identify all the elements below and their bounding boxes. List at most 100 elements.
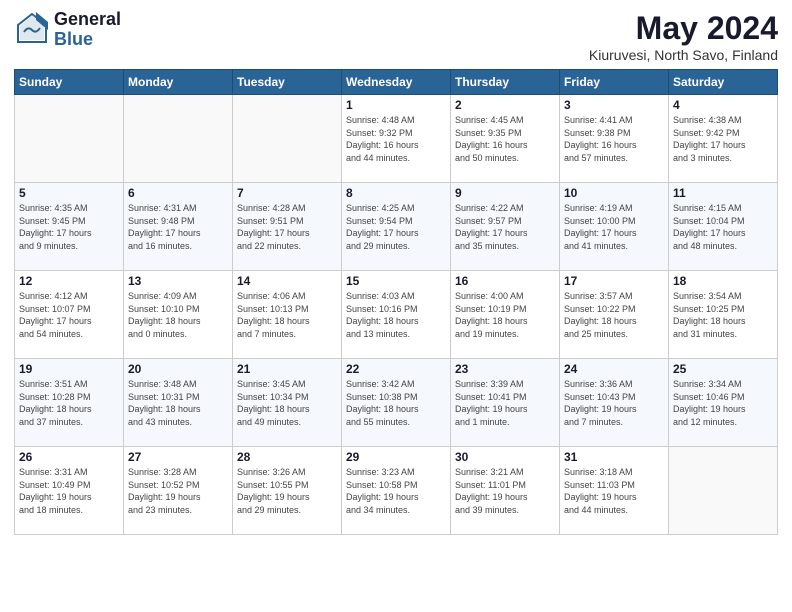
day-number: 9 xyxy=(455,186,555,200)
calendar-day: 7 Sunrise: 4:28 AM Sunset: 9:51 PM Daylig… xyxy=(233,183,342,271)
title-area: May 2024 Kiuruvesi, North Savo, Finland xyxy=(589,10,778,63)
day-number: 3 xyxy=(564,98,664,112)
day-number: 8 xyxy=(346,186,446,200)
day-number: 27 xyxy=(128,450,228,464)
calendar-day: 5Sunrise: 4:35 AM Sunset: 9:45 PM Daylig… xyxy=(15,183,124,271)
calendar-day: 6 Sunrise: 4:31 AM Sunset: 9:48 PM Daylig… xyxy=(124,183,233,271)
day-info: Sunrise: 4:41 AM Sunset: 9:38 PM Dayligh… xyxy=(564,114,664,164)
day-info: Sunrise: 3:57 AM Sunset: 10:22 PM Daylig… xyxy=(564,290,664,340)
calendar-day: 28Sunrise: 3:26 AM Sunset: 10:55 PM Dayl… xyxy=(233,447,342,535)
day-number: 4 xyxy=(673,98,773,112)
day-number: 23 xyxy=(455,362,555,376)
day-number: 25 xyxy=(673,362,773,376)
day-number: 22 xyxy=(346,362,446,376)
col-header-thursday: Thursday xyxy=(451,70,560,95)
day-info: Sunrise: 3:26 AM Sunset: 10:55 PM Daylig… xyxy=(237,466,337,516)
calendar-day: 10 Sunrise: 4:19 AM Sunset: 10:00 PM Dayl… xyxy=(560,183,669,271)
calendar-day: 15Sunrise: 4:03 AM Sunset: 10:16 PM Dayl… xyxy=(342,271,451,359)
subtitle: Kiuruvesi, North Savo, Finland xyxy=(589,47,778,63)
calendar-day: 24Sunrise: 3:36 AM Sunset: 10:43 PM Dayl… xyxy=(560,359,669,447)
calendar-header-row: SundayMondayTuesdayWednesdayThursdayFrid… xyxy=(15,70,778,95)
day-number: 6 xyxy=(128,186,228,200)
day-info: Sunrise: 3:21 AM Sunset: 11:01 PM Daylig… xyxy=(455,466,555,516)
day-info: Sunrise: 3:45 AM Sunset: 10:34 PM Daylig… xyxy=(237,378,337,428)
day-number: 20 xyxy=(128,362,228,376)
calendar-day: 30 Sunrise: 3:21 AM Sunset: 11:01 PM Dayl… xyxy=(451,447,560,535)
day-info: Sunrise: 3:23 AM Sunset: 10:58 PM Daylig… xyxy=(346,466,446,516)
day-info: Sunrise: 3:39 AM Sunset: 10:41 PM Daylig… xyxy=(455,378,555,428)
day-info: Sunrise: 4:45 AM Sunset: 9:35 PM Dayligh… xyxy=(455,114,555,164)
calendar-week-5: 26Sunrise: 3:31 AM Sunset: 10:49 PM Dayl… xyxy=(15,447,778,535)
day-info: Sunrise: 3:54 AM Sunset: 10:25 PM Daylig… xyxy=(673,290,773,340)
day-info: Sunrise: 4:22 AM Sunset: 9:57 PM Dayligh… xyxy=(455,202,555,252)
day-info: Sunrise: 4:12 AM Sunset: 10:07 PM Daylig… xyxy=(19,290,119,340)
day-number: 18 xyxy=(673,274,773,288)
calendar-week-4: 19 Sunrise: 3:51 AM Sunset: 10:28 PM Dayl… xyxy=(15,359,778,447)
day-number: 13 xyxy=(128,274,228,288)
day-number: 31 xyxy=(564,450,664,464)
calendar-day: 29 Sunrise: 3:23 AM Sunset: 10:58 PM Dayl… xyxy=(342,447,451,535)
main-title: May 2024 xyxy=(589,10,778,47)
day-number: 12 xyxy=(19,274,119,288)
calendar-day: 19 Sunrise: 3:51 AM Sunset: 10:28 PM Dayl… xyxy=(15,359,124,447)
day-info: Sunrise: 3:34 AM Sunset: 10:46 PM Daylig… xyxy=(673,378,773,428)
col-header-tuesday: Tuesday xyxy=(233,70,342,95)
calendar-day: 22 Sunrise: 3:42 AM Sunset: 10:38 PM Dayl… xyxy=(342,359,451,447)
logo-general: General xyxy=(54,10,121,30)
day-number: 17 xyxy=(564,274,664,288)
day-number: 26 xyxy=(19,450,119,464)
calendar-day: 2Sunrise: 4:45 AM Sunset: 9:35 PM Daylig… xyxy=(451,95,560,183)
logo-icon xyxy=(14,12,50,48)
day-info: Sunrise: 4:38 AM Sunset: 9:42 PM Dayligh… xyxy=(673,114,773,164)
day-info: Sunrise: 4:06 AM Sunset: 10:13 PM Daylig… xyxy=(237,290,337,340)
day-info: Sunrise: 3:42 AM Sunset: 10:38 PM Daylig… xyxy=(346,378,446,428)
calendar-day: 21 Sunrise: 3:45 AM Sunset: 10:34 PM Dayl… xyxy=(233,359,342,447)
day-number: 16 xyxy=(455,274,555,288)
day-number: 21 xyxy=(237,362,337,376)
day-info: Sunrise: 4:35 AM Sunset: 9:45 PM Dayligh… xyxy=(19,202,119,252)
day-info: Sunrise: 4:28 AM Sunset: 9:51 PM Dayligh… xyxy=(237,202,337,252)
calendar-day xyxy=(233,95,342,183)
calendar-day xyxy=(15,95,124,183)
day-number: 1 xyxy=(346,98,446,112)
day-number: 7 xyxy=(237,186,337,200)
day-number: 11 xyxy=(673,186,773,200)
day-number: 10 xyxy=(564,186,664,200)
logo-blue: Blue xyxy=(54,30,121,50)
calendar-day: 8Sunrise: 4:25 AM Sunset: 9:54 PM Daylig… xyxy=(342,183,451,271)
day-number: 30 xyxy=(455,450,555,464)
calendar-day: 17 Sunrise: 3:57 AM Sunset: 10:22 PM Dayl… xyxy=(560,271,669,359)
calendar-day: 1 Sunrise: 4:48 AM Sunset: 9:32 PM Daylig… xyxy=(342,95,451,183)
logo-area: General Blue xyxy=(14,10,121,50)
calendar-day: 3 Sunrise: 4:41 AM Sunset: 9:38 PM Daylig… xyxy=(560,95,669,183)
calendar-day xyxy=(669,447,778,535)
day-info: Sunrise: 4:03 AM Sunset: 10:16 PM Daylig… xyxy=(346,290,446,340)
day-number: 29 xyxy=(346,450,446,464)
calendar-day: 16Sunrise: 4:00 AM Sunset: 10:19 PM Dayl… xyxy=(451,271,560,359)
col-header-friday: Friday xyxy=(560,70,669,95)
calendar-day xyxy=(124,95,233,183)
day-info: Sunrise: 3:48 AM Sunset: 10:31 PM Daylig… xyxy=(128,378,228,428)
page: General Blue May 2024 Kiuruvesi, North S… xyxy=(0,0,792,612)
calendar-day: 4 Sunrise: 4:38 AM Sunset: 9:42 PM Daylig… xyxy=(669,95,778,183)
day-info: Sunrise: 4:31 AM Sunset: 9:48 PM Dayligh… xyxy=(128,202,228,252)
calendar-day: 26Sunrise: 3:31 AM Sunset: 10:49 PM Dayl… xyxy=(15,447,124,535)
logo-text: General Blue xyxy=(54,10,121,50)
calendar-day: 31Sunrise: 3:18 AM Sunset: 11:03 PM Dayl… xyxy=(560,447,669,535)
day-info: Sunrise: 3:28 AM Sunset: 10:52 PM Daylig… xyxy=(128,466,228,516)
calendar-day: 27 Sunrise: 3:28 AM Sunset: 10:52 PM Dayl… xyxy=(124,447,233,535)
calendar-day: 11 Sunrise: 4:15 AM Sunset: 10:04 PM Dayl… xyxy=(669,183,778,271)
col-header-monday: Monday xyxy=(124,70,233,95)
calendar-day: 25 Sunrise: 3:34 AM Sunset: 10:46 PM Dayl… xyxy=(669,359,778,447)
day-info: Sunrise: 3:51 AM Sunset: 10:28 PM Daylig… xyxy=(19,378,119,428)
day-number: 19 xyxy=(19,362,119,376)
day-info: Sunrise: 4:15 AM Sunset: 10:04 PM Daylig… xyxy=(673,202,773,252)
day-info: Sunrise: 4:48 AM Sunset: 9:32 PM Dayligh… xyxy=(346,114,446,164)
calendar-week-3: 12 Sunrise: 4:12 AM Sunset: 10:07 PM Dayl… xyxy=(15,271,778,359)
day-info: Sunrise: 4:19 AM Sunset: 10:00 PM Daylig… xyxy=(564,202,664,252)
calendar-day: 23 Sunrise: 3:39 AM Sunset: 10:41 PM Dayl… xyxy=(451,359,560,447)
calendar-day: 13Sunrise: 4:09 AM Sunset: 10:10 PM Dayl… xyxy=(124,271,233,359)
calendar-week-1: 1 Sunrise: 4:48 AM Sunset: 9:32 PM Daylig… xyxy=(15,95,778,183)
calendar-day: 12 Sunrise: 4:12 AM Sunset: 10:07 PM Dayl… xyxy=(15,271,124,359)
col-header-saturday: Saturday xyxy=(669,70,778,95)
